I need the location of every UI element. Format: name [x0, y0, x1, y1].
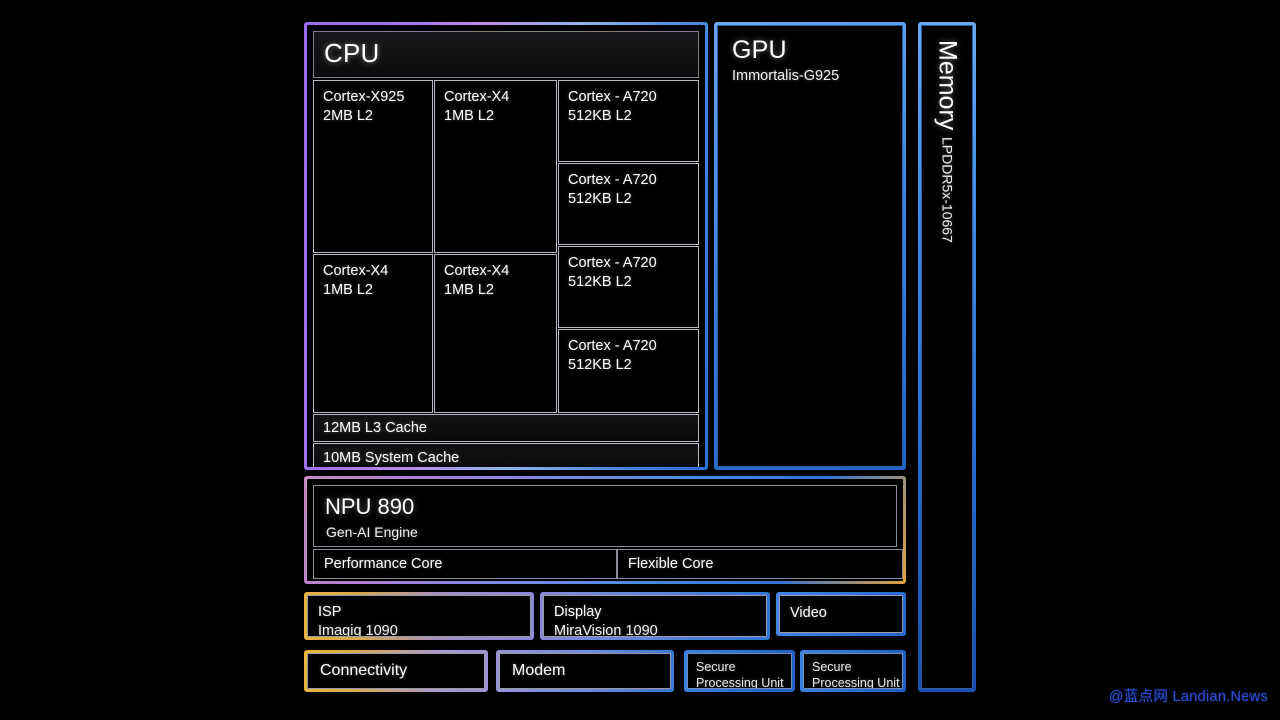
modem-label: Modem: [499, 653, 671, 689]
npu-title: NPU 890: [325, 494, 415, 519]
cpu-core-cell[interactable]: Cortex-X4 1MB L2: [434, 254, 557, 413]
core-cache: 1MB L2: [444, 108, 494, 125]
core-name: Cortex - A720: [568, 172, 657, 188]
cpu-core-grid: Cortex-X925 2MB L2 Cortex-X4 1MB L2 Cort…: [313, 80, 699, 467]
cpu-header: CPU: [313, 31, 699, 78]
video-block[interactable]: Video: [776, 592, 906, 636]
core-name: Cortex - A720: [568, 338, 657, 354]
npu-flexible-core[interactable]: Flexible Core: [617, 549, 903, 579]
cpu-title: CPU: [324, 38, 380, 68]
secure-processing-unit-block-1[interactable]: Secure Processing Unit: [684, 650, 795, 692]
core-cache: 512KB L2: [568, 191, 632, 208]
core-name: Cortex-X4: [444, 263, 510, 279]
npu-subtitle: Gen-AI Engine: [326, 524, 418, 540]
cpu-core-cell[interactable]: Cortex - A720 512KB L2: [558, 163, 699, 245]
memory-subtitle: LPDDR5x-10667: [939, 137, 956, 244]
isp-title: ISP: [318, 604, 342, 620]
cpu-l3-cache[interactable]: 12MB L3 Cache: [313, 414, 699, 442]
spu-title: Secure: [812, 660, 852, 674]
core-cache: 512KB L2: [568, 274, 632, 291]
spu-title: Secure: [696, 660, 736, 674]
gpu-title: GPU: [732, 36, 787, 64]
soc-block-diagram: CPU Cortex-X925 2MB L2 Cortex-X4 1MB L2 …: [0, 0, 1280, 720]
memory-title: Memory: [933, 40, 962, 131]
connectivity-block[interactable]: Connectivity: [304, 650, 488, 692]
core-name: Cortex-X925: [323, 89, 405, 105]
display-block[interactable]: Display MiraVision 1090: [540, 592, 770, 640]
core-cache: 2MB L2: [323, 108, 373, 125]
core-cache: 1MB L2: [323, 282, 373, 299]
spu-subtitle: Processing Unit: [812, 676, 900, 689]
video-title: Video: [790, 605, 827, 621]
display-subtitle: MiraVision 1090: [554, 623, 658, 637]
npu-header: NPU 890 Gen-AI Engine: [313, 485, 897, 547]
npu-block[interactable]: NPU 890 Gen-AI Engine Performance Core F…: [304, 476, 906, 584]
core-cache: 512KB L2: [568, 357, 632, 374]
gpu-subtitle: Immortalis-G925: [732, 68, 840, 84]
spu-subtitle: Processing Unit: [696, 676, 784, 689]
npu-performance-core[interactable]: Performance Core: [313, 549, 617, 579]
display-title: Display: [554, 604, 602, 620]
core-name: Cortex - A720: [568, 89, 657, 105]
cpu-core-cell[interactable]: Cortex - A720 512KB L2: [558, 246, 699, 328]
cpu-system-cache[interactable]: 10MB System Cache: [313, 443, 699, 467]
isp-subtitle: Imagiq 1090: [318, 623, 398, 637]
core-cache: 512KB L2: [568, 108, 632, 125]
cpu-core-cell[interactable]: Cortex-X4 1MB L2: [313, 254, 433, 413]
watermark: @蓝点网 Landian.News: [1108, 689, 1268, 705]
secure-processing-unit-block-2[interactable]: Secure Processing Unit: [800, 650, 906, 692]
cpu-core-cell[interactable]: Cortex-X925 2MB L2: [313, 80, 433, 253]
memory-label-group: Memory LPDDR5x-10667: [933, 40, 962, 243]
cpu-core-cell[interactable]: Cortex - A720 512KB L2: [558, 329, 699, 413]
connectivity-label: Connectivity: [307, 653, 485, 689]
core-name: Cortex-X4: [323, 263, 389, 279]
cpu-core-cell[interactable]: Cortex - A720 512KB L2: [558, 80, 699, 162]
modem-block[interactable]: Modem: [496, 650, 674, 692]
gpu-block[interactable]: GPU Immortalis-G925: [714, 22, 906, 470]
memory-block[interactable]: Memory LPDDR5x-10667: [918, 22, 976, 692]
cpu-block[interactable]: CPU Cortex-X925 2MB L2 Cortex-X4 1MB L2 …: [304, 22, 708, 470]
isp-block[interactable]: ISP Imagiq 1090: [304, 592, 534, 640]
cpu-core-cell[interactable]: Cortex-X4 1MB L2: [434, 80, 557, 253]
core-name: Cortex - A720: [568, 255, 657, 271]
core-name: Cortex-X4: [444, 89, 510, 105]
core-cache: 1MB L2: [444, 282, 494, 299]
